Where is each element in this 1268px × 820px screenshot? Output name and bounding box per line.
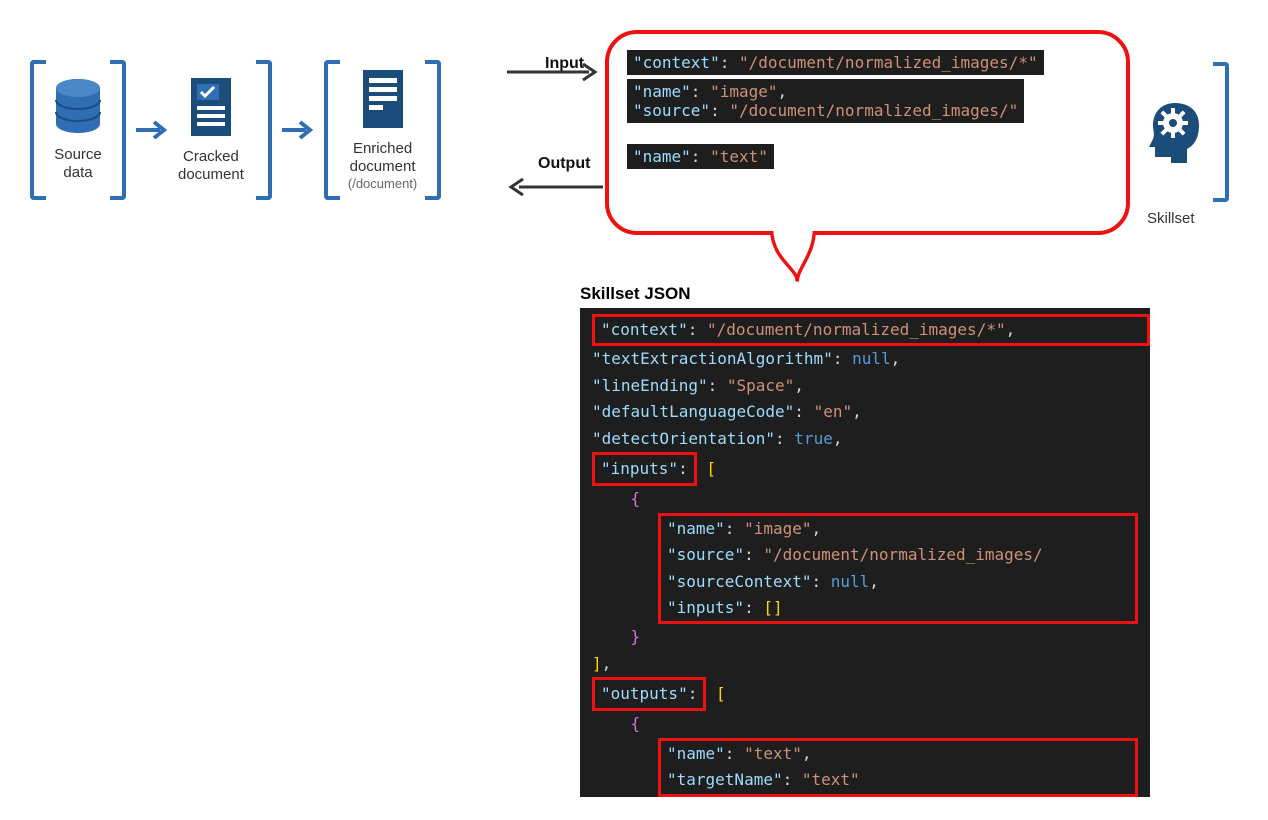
json-line: {	[592, 486, 1150, 512]
callout-tail	[758, 225, 828, 285]
bracket-right-skillset	[1213, 62, 1229, 202]
bracket-right-enriched	[425, 60, 441, 200]
skillset-json-title: Skillset JSON	[580, 284, 691, 304]
json-line: }	[592, 624, 1150, 650]
stage-skillset-label: Skillset	[1147, 210, 1229, 228]
pipeline-flow: Source data Cracked document	[30, 60, 441, 200]
callout-context-line: "context": "/document/normalized_images/…	[627, 50, 1044, 75]
stage-source-label: Source data	[54, 146, 102, 182]
stage-enriched-label: Enriched document (/document)	[348, 140, 417, 192]
arrow-left-icon	[505, 175, 605, 199]
json-line: "defaultLanguageCode": "en",	[592, 399, 1150, 425]
callout-input-lines: "name": "image","source": "/document/nor…	[627, 79, 1024, 123]
stage-cracked-label: Cracked document	[178, 148, 244, 184]
json-line: "inputs": []	[667, 595, 1135, 621]
skillset-json-panel: "context": "/document/normalized_images/…	[580, 308, 1150, 797]
database-icon	[52, 78, 104, 138]
stage-cracked: Cracked document	[178, 76, 244, 184]
json-line: "targetName": "text"	[667, 767, 1135, 793]
bracket-left-enriched	[324, 60, 340, 200]
json-line: "outputs": [	[592, 677, 1150, 711]
json-line: "name": "image",	[667, 516, 1135, 542]
json-line: "source": "/document/normalized_images/	[667, 542, 1135, 568]
bracket-right-cracked	[256, 60, 272, 200]
stage-enriched: Enriched document (/document)	[348, 68, 417, 192]
json-line: "lineEnding": "Space",	[592, 373, 1150, 399]
arrow-right-icon	[280, 118, 316, 142]
callout-output-line: "name": "text"	[627, 144, 774, 169]
bracket-left-source	[30, 60, 46, 200]
stage-source: Source data	[52, 78, 104, 182]
json-line: "detectOrientation": true,	[592, 426, 1150, 452]
json-line: "sourceContext": null,	[667, 569, 1135, 595]
json-inputs-key-highlight: "inputs":	[592, 452, 697, 486]
json-line: ],	[592, 651, 1150, 677]
json-line: "textExtractionAlgorithm": null,	[592, 346, 1150, 372]
document-check-icon	[185, 76, 237, 140]
output-label: Output	[538, 155, 590, 173]
stage-skillset: Skillset	[1145, 62, 1229, 228]
arrow-right-icon	[505, 60, 605, 84]
json-context-highlight: "context": "/document/normalized_images/…	[592, 314, 1150, 346]
callout-bubble: "context": "/document/normalized_images/…	[605, 30, 1130, 235]
json-outputs-key-highlight: "outputs":	[592, 677, 706, 711]
json-outputs-block-highlight: "name": "text", "targetName": "text"	[658, 738, 1138, 797]
json-inputs-block-highlight: "name": "image", "source": "/document/no…	[658, 513, 1138, 625]
document-lines-icon	[357, 68, 409, 132]
arrow-right-icon	[134, 118, 170, 142]
head-gear-icon	[1145, 99, 1207, 165]
json-line: "name": "text",	[667, 741, 1135, 767]
json-line: {	[592, 711, 1150, 737]
bracket-right-source	[110, 60, 126, 200]
json-line: "inputs": [	[592, 452, 1150, 486]
